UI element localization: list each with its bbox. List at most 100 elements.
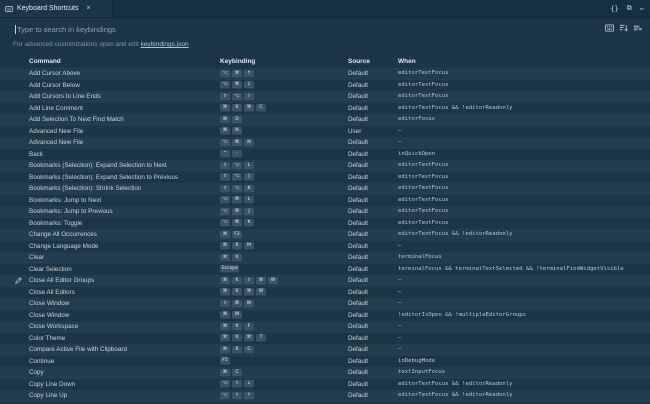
key-label: ^ xyxy=(220,150,230,159)
keybinding: ^ - xyxy=(220,149,242,161)
key-label: ⌘ xyxy=(232,219,242,228)
source-value: Default xyxy=(348,70,368,77)
table-row[interactable]: Bookmarks: Toggle ⌥ ⌘ K Default editorTextFoc… xyxy=(0,218,650,230)
source-value: Default xyxy=(348,357,368,365)
command-name: Add Cursor Above xyxy=(29,70,81,77)
command-name: Copy xyxy=(29,369,44,376)
search-input[interactable] xyxy=(17,24,417,34)
table-row[interactable]: Close All Editors ⌘ K ⌘ W Default — xyxy=(0,287,650,299)
command-name: Close Workspace xyxy=(29,323,79,330)
column-source[interactable]: Source xyxy=(348,58,370,65)
record-keys-icon[interactable] xyxy=(605,24,614,32)
source-value: Default xyxy=(348,254,368,261)
key-label: ⌘ xyxy=(220,230,230,239)
keybinding: ⇧ ⌥ I xyxy=(220,91,254,103)
table-row[interactable]: Close All Editor Groups ⌘ K ⇧ ⌘ W Default — xyxy=(0,275,650,287)
when-clause: editorTextFocus xyxy=(398,162,449,168)
table-row[interactable]: Change All Occurrences ⌘ F2 Default editorTe… xyxy=(0,229,650,241)
keybinding: ⌘ N xyxy=(220,126,242,138)
keybinding: ⌥ ⌘ ↓ xyxy=(220,80,254,92)
when-clause: — xyxy=(398,288,402,295)
table-row[interactable]: Bookmarks (Selection): Expand Selection … xyxy=(0,160,650,172)
more-actions-icon[interactable]: ⋯ xyxy=(640,5,644,13)
key-label: C xyxy=(232,368,242,377)
key-label: ↓ xyxy=(244,81,254,90)
key-label: D xyxy=(232,115,242,124)
table-row[interactable]: Continue F5 Default inDebugMode xyxy=(0,356,650,368)
when-clause: editorTextFocus xyxy=(398,185,449,191)
when-clause: !editorIsOpen && !multipleEditorGroups xyxy=(398,311,526,318)
column-command[interactable]: Command xyxy=(29,58,61,65)
table-row[interactable]: Close Window ⇧ ⌘ W Default — xyxy=(0,298,650,310)
source-value: Default xyxy=(348,369,368,376)
key-label: ↑ xyxy=(244,391,254,400)
key-label: ⌘ xyxy=(220,322,230,331)
table-row[interactable]: Copy Line Down ⌥ ⇧ ↓ Default editorTextFocus … xyxy=(0,379,650,391)
column-keybinding[interactable]: Keybinding xyxy=(220,58,255,65)
source-value: Default xyxy=(348,116,368,123)
source-value: Default xyxy=(348,219,368,227)
when-clause: textInputFocus xyxy=(398,369,446,375)
open-json-icon[interactable]: {} xyxy=(610,5,618,13)
table-row[interactable]: Compare Active File with Clipboard ⌘ K C Def… xyxy=(0,344,650,356)
table-row[interactable]: Bookmarks (Selection): Expand Selection … xyxy=(0,172,650,184)
table-row[interactable]: Bookmarks: Jump to Next ⌥ ⌘ L Default editorT… xyxy=(0,195,650,207)
clear-search-icon[interactable] xyxy=(633,24,642,32)
customization-hint: For advanced customizations open and edi… xyxy=(13,41,189,48)
key-label: ⌘ xyxy=(220,334,230,343)
keybinding: ⌘ F2 xyxy=(220,229,242,241)
table-row[interactable]: Add Selection To Next Find Match ⌘ D Defaul… xyxy=(0,114,650,126)
table-row[interactable]: Bookmarks: Jump to Previous ⌥ ⌘ J Default edi… xyxy=(0,206,650,218)
search-tools xyxy=(605,24,642,32)
keybinding: ⌥ ⌘ L xyxy=(220,195,254,207)
key-label: K xyxy=(232,276,242,285)
key-label: ⌥ xyxy=(220,391,230,400)
table-row[interactable]: Back ^ - Default inQuickOpen xyxy=(0,149,650,161)
keybinding: ⌘ D xyxy=(220,114,242,126)
table-row[interactable]: Close Window ⌘ W Default !editorIsOpen && !m… xyxy=(0,310,650,322)
table-row[interactable]: Add Line Comment ⌘ K ⌘ C Default editorTextFoc… xyxy=(0,103,650,115)
key-label: ⌥ xyxy=(220,380,230,389)
table-row[interactable]: Add Cursors to Line Ends ⇧ ⌥ I Default editor… xyxy=(0,91,650,103)
when-clause: — xyxy=(398,242,402,249)
table-row[interactable]: Clear Selection Escape Default terminalFocu… xyxy=(0,264,650,276)
key-label: L xyxy=(244,196,254,205)
when-clause: — xyxy=(398,300,402,306)
table-row[interactable]: Add Cursor Above ⌥ ⌘ ↑ Default editorTextFocu… xyxy=(0,68,650,80)
source-value: Default xyxy=(348,162,368,169)
key-label: ⌘ xyxy=(232,196,242,205)
key-label: ⌘ xyxy=(220,127,230,136)
split-editor-icon[interactable]: ⧉ xyxy=(627,4,632,13)
command-name: Advanced New File xyxy=(29,139,84,146)
table-row[interactable]: Copy ⌘ C Default textInputFocus xyxy=(0,367,650,379)
table-row[interactable]: Change Language Mode ⌘ K M Default — xyxy=(0,241,650,253)
table-row[interactable]: Close Workspace ⌘ K F Default — xyxy=(0,321,650,333)
key-label: M xyxy=(244,242,254,251)
table-row[interactable]: Bookmarks (Selection): Shrink Selection ⇧… xyxy=(0,183,650,195)
when-clause: editorTextFocus xyxy=(398,81,449,88)
table-row[interactable]: Clear ⌘ K Default terminalFocus xyxy=(0,252,650,264)
when-clause: — xyxy=(398,346,402,352)
tab-keyboard-shortcuts[interactable]: Keyboard Shortcuts × xyxy=(0,0,113,17)
source-value: Default xyxy=(348,173,368,181)
key-label: ⇧ xyxy=(220,92,230,101)
table-row[interactable]: Color Theme ⌘ K ⌘ T Default — xyxy=(0,333,650,345)
source-value: Default xyxy=(348,104,368,112)
sort-by-precedence-icon[interactable] xyxy=(619,24,628,32)
table-row[interactable]: Advanced New File ⌥ ⌘ N Default — xyxy=(0,137,650,149)
edit-keybinding-icon[interactable] xyxy=(15,277,22,284)
key-label: K xyxy=(232,322,242,331)
source-value: Default xyxy=(348,208,368,215)
key-label: ⌘ xyxy=(220,288,230,297)
table-row[interactable]: Copy Line Up ⌥ ⇧ ↑ Default editorTextFocus &&… xyxy=(0,390,650,402)
key-label: ⌘ xyxy=(220,345,230,354)
key-label: ⇧ xyxy=(244,276,254,285)
command-name: Add Cursor Below xyxy=(29,81,80,89)
close-icon[interactable]: × xyxy=(86,5,90,12)
source-value: Default xyxy=(348,288,368,296)
keybinding: ⇧ ⌘ W xyxy=(220,298,254,310)
table-row[interactable]: Advanced New File ⌘ N User — xyxy=(0,126,650,138)
keybindings-json-link[interactable]: keybindings.json xyxy=(141,41,189,48)
table-row[interactable]: Add Cursor Below ⌥ ⌘ ↓ Default editorTextFocu… xyxy=(0,80,650,92)
column-when[interactable]: When xyxy=(398,58,416,65)
